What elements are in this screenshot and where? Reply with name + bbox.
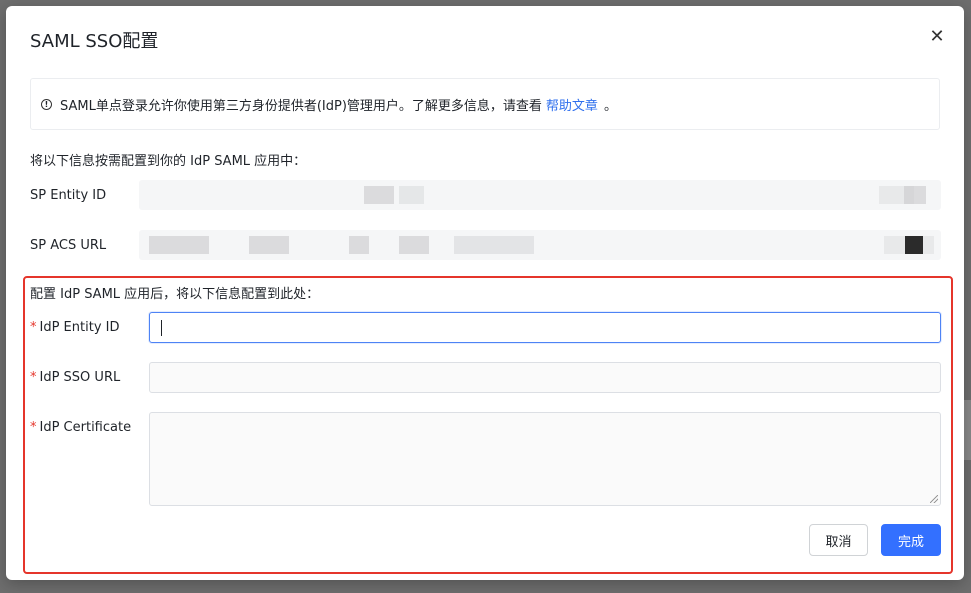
help-article-link[interactable]: 帮助文章 [546,95,598,114]
sp-entity-id-value[interactable] [139,180,941,210]
info-icon: ! [41,98,52,110]
dialog-title: SAML SSO配置 [30,31,159,52]
idp-sso-url-label-text: IdP SSO URL [39,370,121,385]
notice-text: SAML单点登录允许你使用第三方身份提供者(IdP)管理用户。了解更多信息，请查… [60,98,542,114]
required-mark: * [30,420,37,435]
redacted-block [149,236,209,254]
done-button[interactable]: 完成 [881,524,941,556]
idp-entity-id-input[interactable] [149,312,941,343]
saml-sso-dialog: SAML SSO配置 ✕ ! SAML单点登录允许你使用第三方身份提供者(IdP… [6,6,964,580]
sp-acs-url-label: SP ACS URL [30,238,107,253]
info-notice: ! SAML单点登录允许你使用第三方身份提供者(IdP)管理用户。了解更多信息，… [30,78,940,130]
idp-certificate-label-text: IdP Certificate [39,420,132,435]
idp-certificate-label: * IdP Certificate [30,420,131,435]
required-mark: * [30,320,37,335]
redacted-block [399,236,429,254]
idp-section-heading: 配置 IdP SAML 应用后，将以下信息配置到此处： [30,287,320,302]
redacted-block [364,186,394,204]
redacted-block [905,236,923,254]
idp-sso-url-label: * IdP SSO URL [30,370,120,385]
sp-section-heading: 将以下信息按需配置到你的 IdP SAML 应用中： [30,154,307,169]
cancel-button[interactable]: 取消 [809,524,868,556]
resize-handle-icon[interactable] [930,495,938,503]
notice-suffix: 。 [603,98,617,114]
idp-entity-id-label-text: IdP Entity ID [39,320,120,335]
sp-acs-url-value[interactable] [139,230,941,260]
redacted-block [349,236,369,254]
redacted-block [904,186,926,204]
sp-entity-id-label: SP Entity ID [30,188,107,203]
required-mark: * [30,370,37,385]
idp-certificate-textarea[interactable] [149,412,941,506]
idp-entity-id-label: * IdP Entity ID [30,320,120,335]
text-caret [161,320,162,336]
redacted-block [399,186,424,204]
redacted-block [249,236,289,254]
redacted-block [454,236,534,254]
idp-sso-url-input[interactable] [149,362,941,393]
close-icon[interactable]: ✕ [926,26,948,48]
